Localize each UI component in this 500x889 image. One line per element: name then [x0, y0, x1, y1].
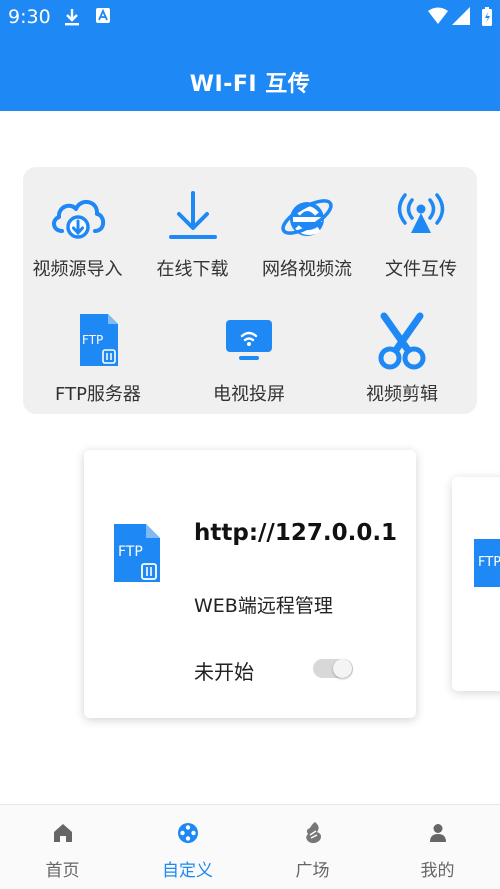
svg-text:FTP: FTP: [478, 555, 500, 570]
download-arrow-icon: [168, 191, 217, 239]
nav-label: 我的: [420, 861, 455, 881]
ftp-file-icon: FTP: [80, 314, 118, 366]
wireless-transfer-icon: [397, 193, 445, 233]
feature-network-stream[interactable]: 网络视频流: [255, 187, 359, 281]
app-header: 9:30 WI-FI 互传: [0, 0, 500, 111]
feature-label: 在线下载: [156, 259, 229, 280]
internet-explorer-icon: [281, 199, 333, 236]
tv-cast-icon: [226, 320, 272, 360]
server-url: http://127.0.0.1: [194, 520, 398, 546]
nav-custom[interactable]: 自定义: [125, 805, 250, 889]
feature-video-edit[interactable]: 视频剪辑: [357, 312, 447, 406]
home-icon: [53, 824, 72, 842]
nav-label: 自定义: [162, 861, 213, 881]
wifi-icon: [428, 7, 448, 24]
svg-text:FTP: FTP: [118, 544, 143, 560]
feature-label: 视频源导入: [32, 259, 123, 280]
feature-label: 电视投屏: [213, 384, 285, 405]
feature-label: 网络视频流: [262, 259, 352, 280]
next-server-card[interactable]: FTP: [452, 477, 500, 691]
nav-plaza[interactable]: 广场: [250, 805, 375, 889]
nav-mine[interactable]: 我的: [375, 805, 500, 889]
server-status: 未开始: [194, 660, 254, 684]
signal-icon: [452, 7, 470, 25]
battery-icon: [482, 7, 492, 26]
status-bar: 9:30: [0, 0, 500, 34]
scissors-icon: [378, 312, 426, 370]
feature-label: FTP服务器: [55, 384, 141, 405]
toggle-knob: [333, 659, 352, 678]
plaza-icon: [305, 822, 321, 844]
feature-label: 视频剪辑: [366, 384, 438, 405]
film-reel-icon: [177, 823, 198, 843]
feature-file-transfer[interactable]: 文件互传: [375, 187, 467, 281]
download-notification-icon: [65, 9, 79, 26]
feature-ftp-server[interactable]: FTP FTP服务器: [43, 312, 153, 406]
person-icon: [429, 824, 446, 842]
svg-text:FTP: FTP: [82, 333, 103, 347]
server-description: WEB端远程管理: [194, 595, 333, 617]
nav-label: 首页: [45, 861, 80, 881]
ftp-file-icon: FTP: [474, 539, 500, 587]
bottom-navigation: 首页 自定义 广场 我的: [0, 804, 500, 889]
app-notification-icon: [96, 8, 110, 23]
cloud-download-icon: [51, 200, 105, 239]
status-time: 9:30: [8, 6, 51, 28]
server-toggle[interactable]: [313, 659, 353, 678]
feature-tv-cast[interactable]: 电视投屏: [197, 312, 301, 406]
nav-label: 广场: [295, 861, 330, 881]
web-server-card[interactable]: FTP http://127.0.0.1 WEB端远程管理 未开始: [84, 450, 416, 718]
nav-home[interactable]: 首页: [0, 805, 125, 889]
feature-video-import[interactable]: 视频源导入: [29, 187, 126, 281]
feature-online-download[interactable]: 在线下载: [145, 187, 240, 281]
feature-label: 文件互传: [385, 259, 457, 280]
feature-grid: 视频源导入 在线下载 网络视频流 文件互传 FTP FTP服务器 电视投屏 视频…: [23, 167, 477, 414]
ftp-file-icon: FTP: [114, 524, 160, 582]
page-title: WI-FI 互传: [189, 72, 311, 97]
